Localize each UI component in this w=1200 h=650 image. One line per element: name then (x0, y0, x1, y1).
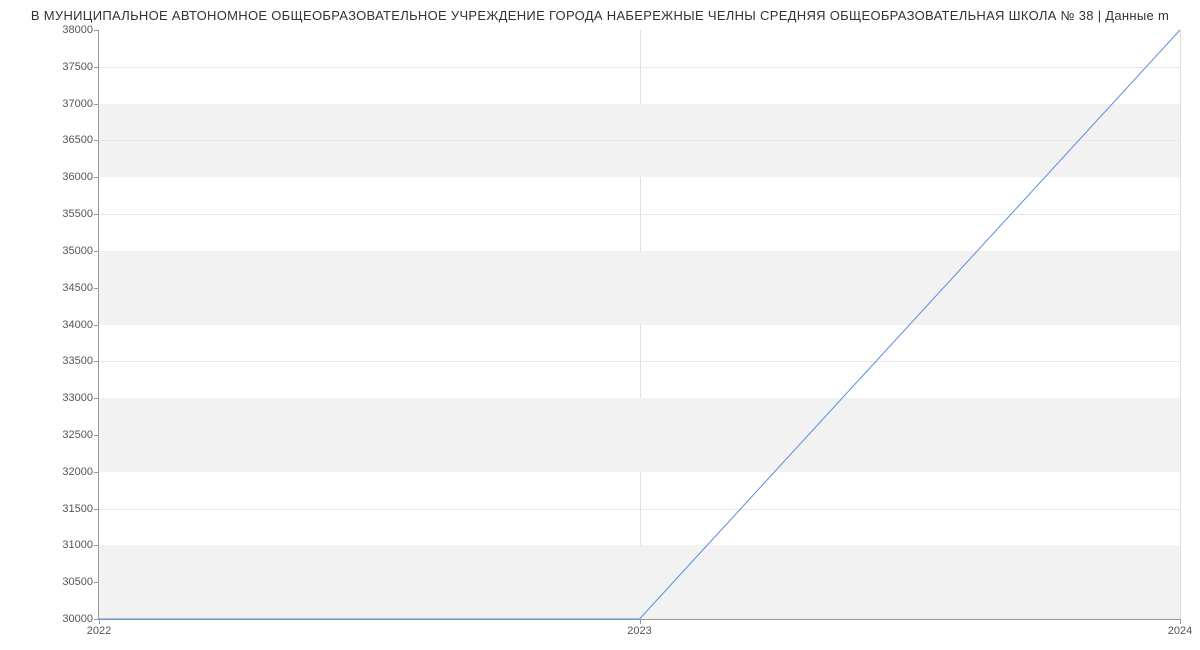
x-tick-mark (640, 619, 641, 624)
y-tick-label: 33500 (62, 355, 93, 367)
x-tick-label: 2022 (87, 625, 111, 637)
chart-container: В МУНИЦИПАЛЬНОЕ АВТОНОМНОЕ ОБЩЕОБРАЗОВАТ… (0, 0, 1200, 650)
y-tick-label: 30500 (62, 576, 93, 588)
x-tick-mark (99, 619, 100, 624)
y-tick-mark (94, 288, 99, 289)
chart-title: В МУНИЦИПАЛЬНОЕ АВТОНОМНОЕ ОБЩЕОБРАЗОВАТ… (0, 0, 1200, 27)
data-line (99, 30, 1180, 619)
y-tick-mark (94, 472, 99, 473)
x-tick-mark (1180, 619, 1181, 624)
chart-line-svg (99, 30, 1180, 619)
y-tick-mark (94, 398, 99, 399)
y-tick-label: 31000 (62, 539, 93, 551)
y-tick-mark (94, 30, 99, 31)
y-tick-mark (94, 545, 99, 546)
y-tick-label: 35000 (62, 245, 93, 257)
y-tick-label: 32500 (62, 429, 93, 441)
y-tick-label: 32000 (62, 466, 93, 478)
y-tick-label: 36000 (62, 171, 93, 183)
y-tick-mark (94, 435, 99, 436)
y-tick-label: 36500 (62, 134, 93, 146)
x-tick-label: 2024 (1168, 625, 1192, 637)
y-tick-mark (94, 251, 99, 252)
y-tick-label: 37500 (62, 61, 93, 73)
y-tick-mark (94, 509, 99, 510)
y-tick-label: 34000 (62, 319, 93, 331)
y-tick-label: 35500 (62, 208, 93, 220)
y-tick-label: 38000 (62, 24, 93, 36)
y-tick-mark (94, 67, 99, 68)
y-tick-label: 34500 (62, 282, 93, 294)
y-tick-label: 33000 (62, 392, 93, 404)
y-tick-label: 37000 (62, 98, 93, 110)
x-grid-line (1180, 30, 1181, 619)
y-tick-mark (94, 177, 99, 178)
y-tick-mark (94, 104, 99, 105)
y-tick-mark (94, 582, 99, 583)
y-tick-label: 30000 (62, 613, 93, 625)
plot-area: 3000030500310003150032000325003300033500… (98, 30, 1180, 620)
x-tick-label: 2023 (627, 625, 651, 637)
y-tick-mark (94, 325, 99, 326)
y-tick-label: 31500 (62, 503, 93, 515)
y-tick-mark (94, 140, 99, 141)
y-tick-mark (94, 214, 99, 215)
y-tick-mark (94, 361, 99, 362)
